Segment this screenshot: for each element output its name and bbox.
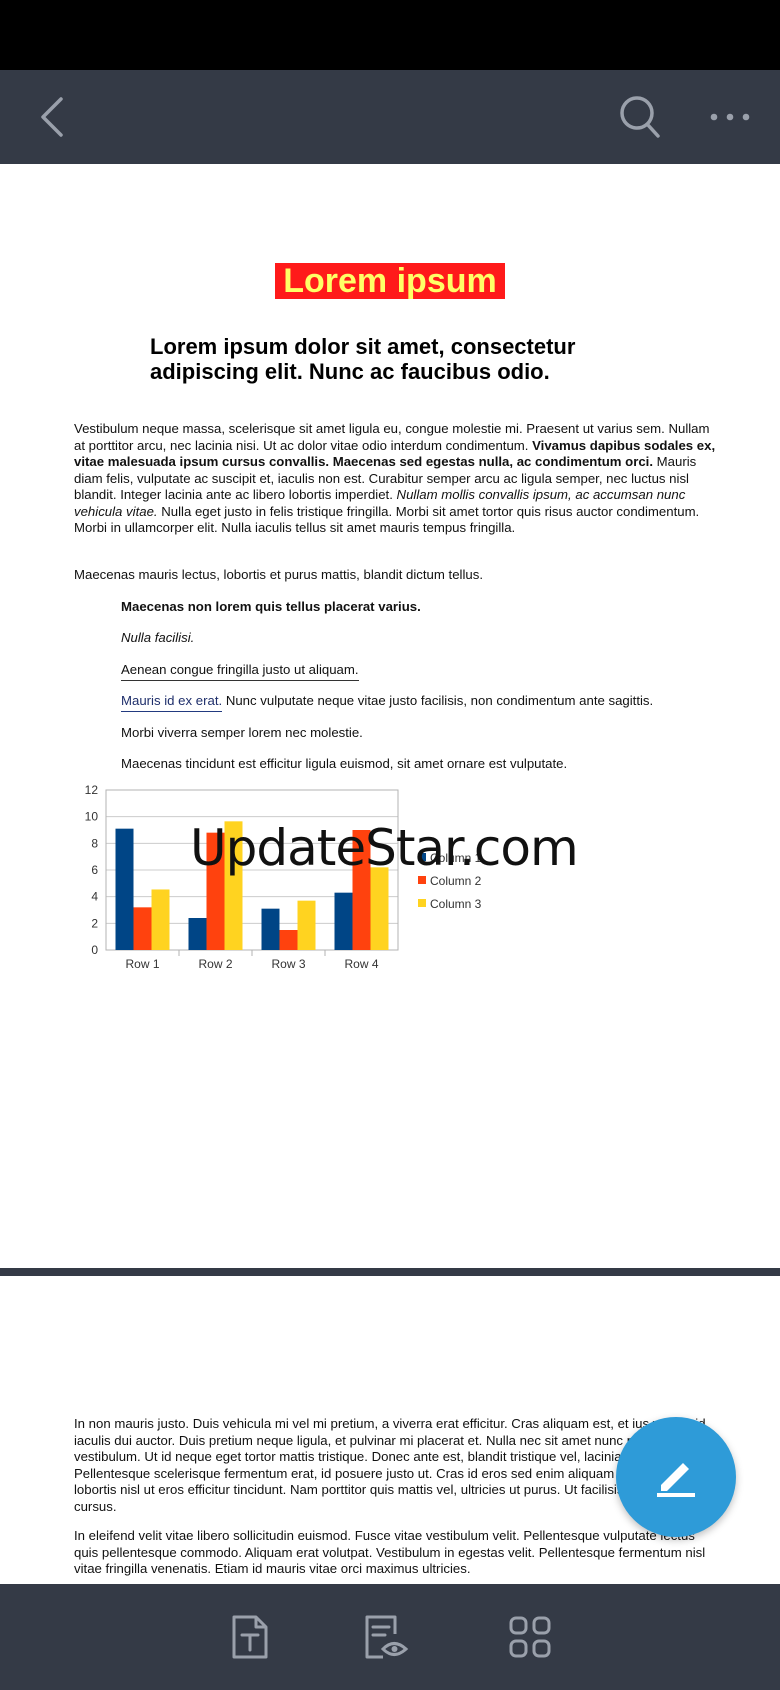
status-bar	[0, 0, 780, 70]
y-tick-label: 4	[91, 890, 98, 904]
bar	[279, 930, 298, 950]
legend-swatch	[418, 899, 426, 907]
y-tick-label: 6	[91, 863, 98, 877]
bottom-toolbar	[0, 1584, 780, 1690]
edit-fab-button[interactable]	[616, 1417, 736, 1537]
bar	[188, 918, 207, 950]
indented-item-1: Maecenas non lorem quis tellus placerat …	[121, 599, 421, 614]
indented-item-5: Morbi viverra semper lorem nec molestie.	[121, 725, 363, 740]
watermark-text: UpdateStar.com	[190, 819, 579, 877]
y-tick-label: 2	[91, 916, 98, 930]
indented-item-3: Aenean congue fringilla justo ut aliquam…	[121, 662, 359, 681]
y-tick-label: 12	[85, 784, 99, 797]
document-subtitle: Lorem ipsum dolor sit amet, consectetur …	[150, 334, 576, 384]
y-tick-label: 0	[91, 943, 98, 957]
page-divider	[0, 1268, 780, 1276]
legend-swatch	[418, 876, 426, 884]
y-tick-label: 10	[85, 810, 99, 824]
bar-chart: 024681012Row 1 Row 2 Row 3 Row 4Column 1Col…	[85, 784, 482, 971]
search-icon[interactable]	[610, 70, 670, 164]
text-format-icon[interactable]	[210, 1584, 290, 1690]
bar	[297, 900, 316, 950]
grid-apps-icon[interactable]	[490, 1584, 570, 1690]
document-page-1[interactable]: Lorem ipsum Lorem ipsum dolor sit amet, …	[0, 164, 780, 1268]
top-toolbar	[0, 70, 780, 164]
y-tick-label: 8	[91, 836, 98, 850]
indented-item-6: Maecenas tincidunt est efficitur ligula …	[121, 756, 568, 771]
edit-pencil-icon	[653, 1452, 699, 1503]
bar	[261, 908, 280, 950]
paragraph-2: Maecenas mauris lectus, lobortis et puru…	[74, 567, 483, 582]
legend-label: Column 3	[430, 897, 482, 911]
reading-mode-icon[interactable]	[346, 1584, 426, 1690]
hyperlink[interactable]: Mauris id ex erat.	[121, 693, 223, 712]
x-tick-label: Row 3	[271, 957, 305, 971]
indented-item-4: Mauris id ex erat. Nunc vulputate neque …	[121, 693, 653, 712]
indented-item-2: Nulla facilisi.	[121, 630, 195, 645]
page2-paragraph-2: In eleifend velit vitae libero sollicitu…	[74, 1528, 706, 1576]
chevron-left-icon[interactable]	[22, 70, 82, 164]
more-horizontal-icon[interactable]	[700, 70, 760, 164]
paragraph-1: Vestibulum neque massa, scelerisque sit …	[74, 421, 716, 535]
bar	[115, 828, 134, 950]
document-title: Lorem ipsum	[275, 263, 505, 299]
x-tick-label: Row 1	[125, 957, 159, 971]
x-tick-label: Row 4	[344, 957, 378, 971]
bar	[334, 892, 353, 950]
x-tick-label: Row 2	[198, 957, 232, 971]
bar	[151, 889, 170, 950]
bar	[133, 907, 152, 950]
bar	[370, 867, 389, 950]
